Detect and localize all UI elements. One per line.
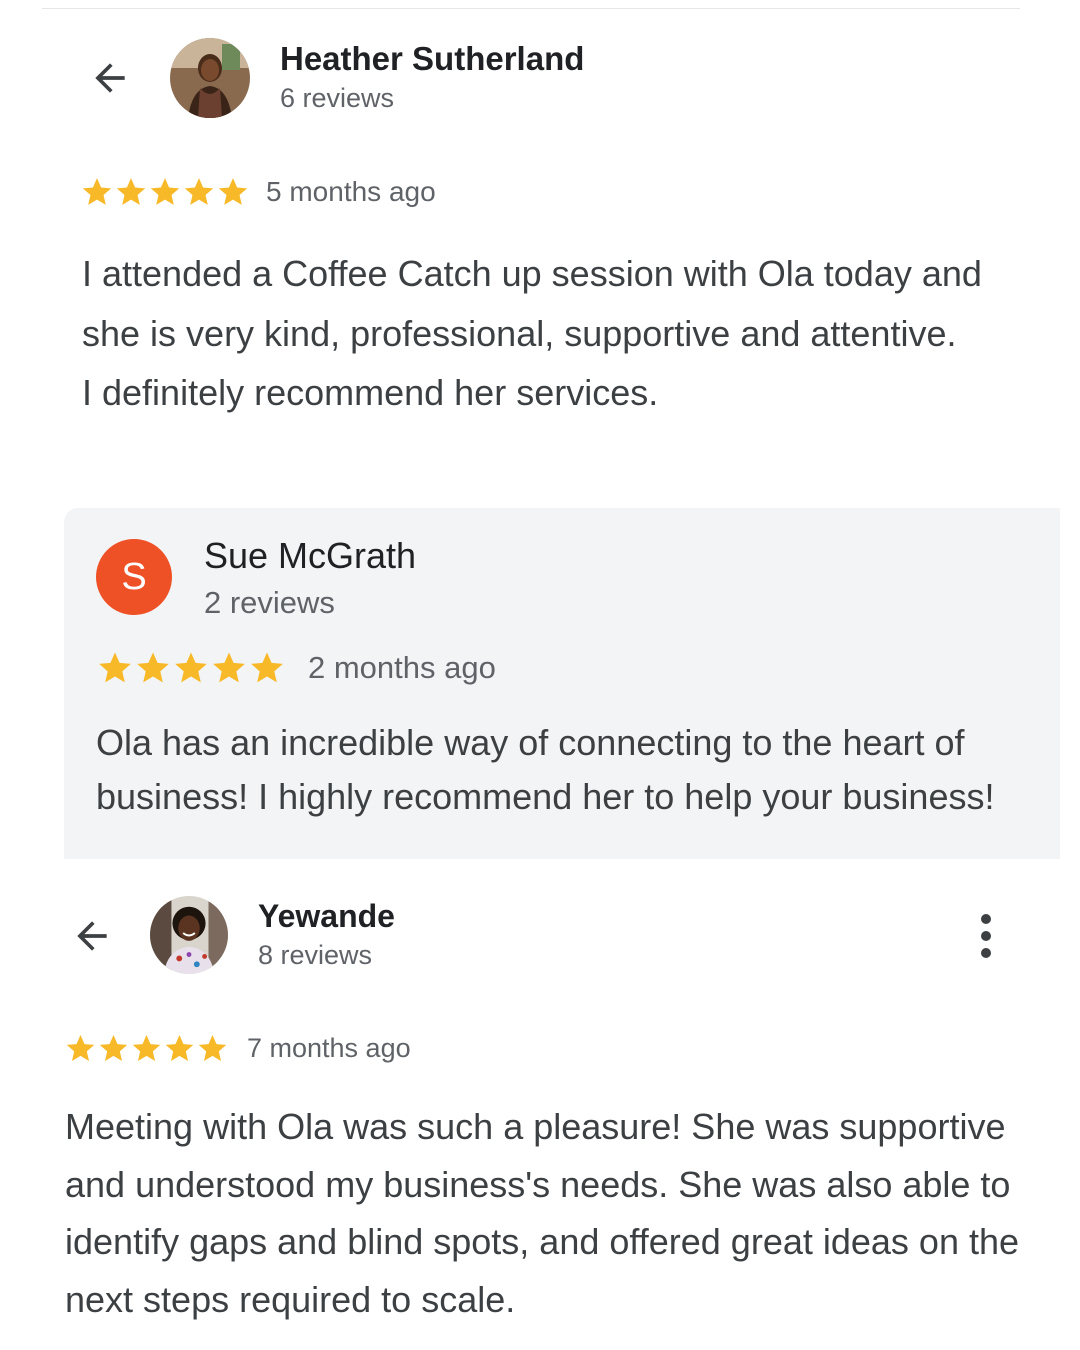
author-name[interactable]: Heather Sutherland xyxy=(280,40,584,78)
rating-row: 7 months ago xyxy=(64,1032,411,1065)
review-time: 7 months ago xyxy=(247,1033,411,1063)
review-text-paragraph: I attended a Coffee Catch up session wit… xyxy=(82,253,982,354)
review-text-paragraph: Ola has an incredible way of connecting … xyxy=(96,722,995,817)
star-icon xyxy=(130,1032,163,1065)
menu-dot xyxy=(981,948,991,958)
author-avatar[interactable]: S xyxy=(96,539,172,615)
author-avatar[interactable] xyxy=(150,896,228,974)
review-text: Ola has an incredible way of connecting … xyxy=(96,716,1056,824)
review-text-paragraph: I definitely recommend her services. xyxy=(82,372,659,413)
star-icon xyxy=(148,175,182,209)
review-count: 6 reviews xyxy=(280,83,395,113)
review-count: 8 reviews xyxy=(258,940,373,970)
author-name[interactable]: Sue McGrath xyxy=(204,535,416,577)
star-icon xyxy=(80,175,114,209)
review-text-paragraph: Meeting with Ola was such a pleasure! Sh… xyxy=(65,1106,1020,1320)
avatar-letter: S xyxy=(121,555,147,598)
star-icon xyxy=(97,1032,130,1065)
star-rating xyxy=(64,1032,229,1065)
star-icon xyxy=(216,175,250,209)
top-divider xyxy=(42,8,1020,9)
review-time: 2 months ago xyxy=(308,650,496,685)
review-text: Meeting with Ola was such a pleasure! Sh… xyxy=(65,1098,1045,1328)
star-icon xyxy=(64,1032,97,1065)
star-icon xyxy=(182,175,216,209)
back-arrow-icon[interactable] xyxy=(66,910,118,962)
star-icon xyxy=(248,649,286,687)
star-icon xyxy=(196,1032,229,1065)
star-rating xyxy=(96,649,286,687)
star-icon xyxy=(163,1032,196,1065)
more-options-icon[interactable] xyxy=(966,910,1006,962)
star-icon xyxy=(210,649,248,687)
star-icon xyxy=(172,649,210,687)
author-avatar[interactable] xyxy=(170,38,250,118)
review-count: 2 reviews xyxy=(204,585,335,620)
review-time: 5 months ago xyxy=(266,176,436,207)
star-icon xyxy=(134,649,172,687)
review-text: I attended a Coffee Catch up session wit… xyxy=(82,244,1032,423)
back-arrow-icon[interactable] xyxy=(84,52,136,104)
star-icon xyxy=(96,649,134,687)
rating-row: 2 months ago xyxy=(96,649,496,687)
rating-row: 5 months ago xyxy=(80,175,436,209)
menu-dot xyxy=(981,931,991,941)
star-icon xyxy=(114,175,148,209)
star-rating xyxy=(80,175,250,209)
menu-dot xyxy=(981,914,991,924)
author-name[interactable]: Yewande xyxy=(258,898,395,935)
